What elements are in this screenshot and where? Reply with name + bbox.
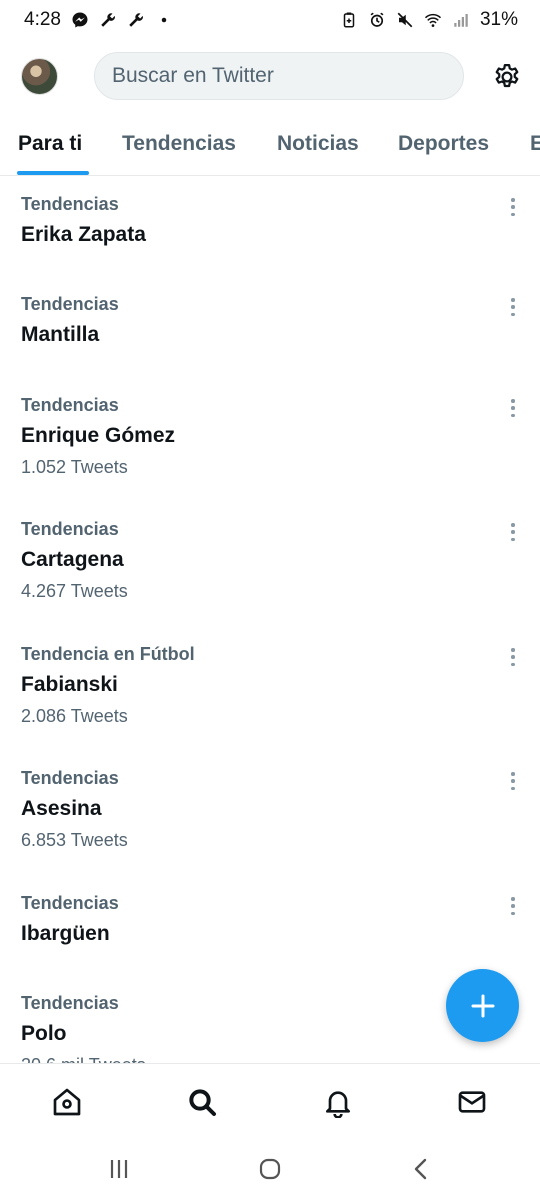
home-circle-icon[interactable]: [256, 1155, 284, 1183]
active-tab-indicator: [17, 171, 89, 175]
trend-category: Tendencias: [21, 893, 119, 913]
more-options-icon[interactable]: [508, 196, 518, 218]
trend-item[interactable]: Tendencias Cartagena 4.267 Tweets: [0, 519, 540, 619]
mute-icon: [396, 11, 414, 29]
trend-item[interactable]: Tendencias Mantilla: [0, 294, 540, 374]
tab-tendencias[interactable]: Tendencias: [122, 132, 236, 156]
back-icon[interactable]: [407, 1155, 435, 1183]
tab-partial[interactable]: E: [530, 132, 540, 156]
trend-category: Tendencias: [21, 395, 119, 415]
notifications-icon[interactable]: [322, 1086, 354, 1119]
battery-text: 31%: [479, 9, 518, 30]
trend-category: Tendencia en Fútbol: [21, 644, 195, 664]
trend-name: Enrique Gómez: [21, 424, 176, 447]
trend-category: Tendencias: [21, 519, 119, 539]
trend-name: Ibargüen: [21, 922, 110, 945]
top-header: Buscar en Twitter: [0, 50, 540, 104]
status-bar: 4:28 31%: [0, 0, 540, 40]
wrench-icon: [127, 11, 145, 29]
trend-name: Cartagena: [21, 548, 124, 571]
trend-category: Tendencias: [21, 194, 119, 214]
trend-tweet-count: 2.086 Tweets: [21, 706, 128, 726]
messenger-icon: [71, 11, 89, 29]
trend-tweet-count: 4.267 Tweets: [21, 581, 128, 601]
trend-item[interactable]: Tendencia en Fútbol Fabianski 2.086 Twee…: [0, 644, 540, 744]
trend-tweet-count: 1.052 Tweets: [21, 457, 128, 477]
trend-tweet-count: 6.853 Tweets: [21, 830, 128, 850]
trend-category: Tendencias: [21, 768, 119, 788]
more-options-icon[interactable]: [508, 521, 518, 543]
trend-name: Fabianski: [21, 673, 118, 696]
trend-item[interactable]: Tendencias Asesina 6.853 Tweets: [0, 768, 540, 868]
home-icon[interactable]: [51, 1086, 83, 1118]
trend-name: Mantilla: [21, 323, 100, 346]
bottom-nav: [0, 1063, 540, 1138]
system-nav-bar: [0, 1138, 540, 1200]
trend-category: Tendencias: [21, 294, 119, 314]
tab-noticias[interactable]: Noticias: [277, 132, 359, 156]
status-left: 4:28: [24, 9, 173, 31]
settings-gear-icon[interactable]: [492, 62, 522, 92]
more-options-icon[interactable]: [508, 895, 518, 917]
status-time: 4:28: [24, 9, 61, 30]
messages-icon[interactable]: [456, 1086, 488, 1118]
tab-deportes[interactable]: Deportes: [398, 132, 489, 156]
trend-name: Erika Zapata: [21, 223, 146, 246]
more-options-icon[interactable]: [508, 296, 518, 318]
search-placeholder: Buscar en Twitter: [112, 64, 274, 87]
trend-name: Asesina: [21, 797, 102, 820]
trend-item[interactable]: Tendencias Erika Zapata: [0, 194, 540, 274]
search-icon[interactable]: [186, 1086, 218, 1118]
more-options-icon[interactable]: [508, 770, 518, 792]
wrench-icon: [99, 11, 117, 29]
trend-name: Polo: [21, 1022, 67, 1045]
avatar[interactable]: [21, 58, 58, 95]
alarm-icon: [368, 11, 386, 29]
tab-para-ti[interactable]: Para ti: [18, 132, 82, 156]
dot-icon: [155, 11, 173, 29]
battery-saver-icon: [340, 11, 358, 29]
search-input[interactable]: Buscar en Twitter: [94, 52, 464, 100]
trend-tweet-count: 20,6 mil Tweets: [21, 1055, 146, 1063]
trend-item[interactable]: Tendencias Ibargüen: [0, 893, 540, 973]
status-right: 31%: [340, 9, 518, 31]
explore-tabs: Para ti Tendencias Noticias Deportes E: [0, 118, 540, 176]
trend-category: Tendencias: [21, 993, 119, 1013]
signal-icon: [452, 11, 470, 29]
trend-item[interactable]: Tendencias Enrique Gómez 1.052 Tweets: [0, 395, 540, 495]
recent-apps-icon[interactable]: [105, 1155, 133, 1183]
plus-icon: [471, 994, 494, 1017]
more-options-icon[interactable]: [508, 646, 518, 668]
wifi-icon: [424, 11, 442, 29]
compose-tweet-button[interactable]: [446, 969, 519, 1042]
more-options-icon[interactable]: [508, 397, 518, 419]
